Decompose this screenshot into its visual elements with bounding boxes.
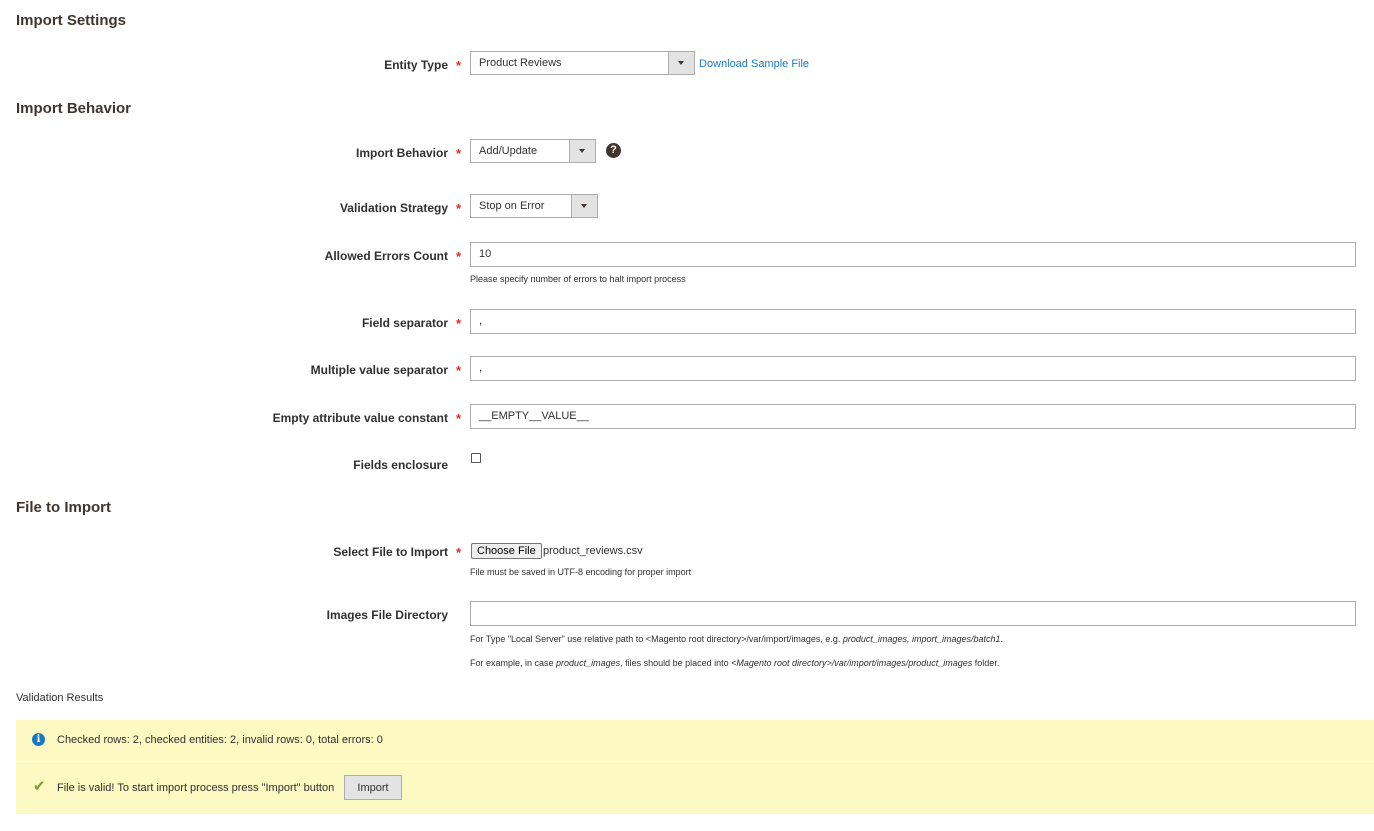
allowed-errors-label: Allowed Errors Count [324,249,448,263]
section-title-file-to-import: File to Import [16,499,111,516]
validation-success-text: File is valid! To start import process p… [57,782,335,794]
import-behavior-select[interactable]: Add/Update [470,139,596,163]
required-marker: * [456,363,462,378]
chevron-down-icon [569,140,595,162]
import-behavior-value: Add/Update [479,145,538,157]
select-file-label: Select File to Import [333,545,448,559]
required-marker: * [456,58,462,73]
field-separator-input[interactable]: , [470,309,1356,334]
required-marker: * [456,249,462,264]
entity-type-label: Entity Type [384,58,448,72]
multiple-value-separator-label: Multiple value separator [310,363,448,377]
chevron-down-icon [571,195,597,217]
section-title-import-settings: Import Settings [16,12,127,29]
images-dir-label: Images File Directory [326,608,448,622]
required-marker: * [456,545,462,560]
allowed-errors-value: 10 [479,248,492,260]
validation-results-title: Validation Results [16,692,104,704]
required-marker: * [456,316,462,331]
download-sample-file-link[interactable]: Download Sample File [699,58,809,70]
validation-strategy-value: Stop on Error [479,200,545,212]
images-dir-input[interactable] [470,601,1356,626]
field-separator-value: , [479,315,483,327]
validation-success-message: ✔ File is valid! To start import process… [16,762,1374,814]
validation-info-text: Checked rows: 2, checked entities: 2, in… [57,734,383,746]
multiple-value-separator-value: , [479,362,483,374]
required-marker: * [456,411,462,426]
field-separator-label: Field separator [361,316,448,330]
entity-type-select[interactable]: Product Reviews [470,51,695,75]
validation-strategy-select[interactable]: Stop on Error [470,194,598,218]
validation-strategy-label: Validation Strategy [339,201,448,215]
entity-type-value: Product Reviews [479,57,562,69]
fields-enclosure-label: Fields enclosure [353,458,448,472]
info-icon: i [32,733,45,746]
multiple-value-separator-input[interactable]: , [470,356,1356,381]
empty-attribute-value: __EMPTY__VALUE__ [479,410,589,422]
required-marker: * [456,201,462,216]
checkmark-icon: ✔ [33,778,46,795]
help-icon[interactable]: ? [606,143,621,158]
import-button[interactable]: Import [344,775,402,800]
required-marker: * [456,146,462,161]
empty-attribute-label: Empty attribute value constant [272,411,448,425]
choose-file-button[interactable]: Choose File [471,543,542,559]
empty-attribute-input[interactable]: __EMPTY__VALUE__ [470,404,1356,429]
fields-enclosure-checkbox[interactable] [471,453,481,463]
images-dir-note-1: For Type "Local Server" use relative pat… [470,634,1004,644]
selected-file-name: product_reviews.csv [543,545,643,557]
import-behavior-label: Import Behavior [355,146,448,160]
chevron-down-icon [668,52,694,74]
section-title-import-behavior: Import Behavior [16,100,132,117]
images-dir-note-2: For example, in case product_images, fil… [470,658,1000,668]
allowed-errors-note: Please specify number of errors to halt … [470,274,686,284]
allowed-errors-input[interactable]: 10 [470,242,1356,267]
validation-info-message: i Checked rows: 2, checked entities: 2, … [16,720,1374,761]
select-file-note: File must be saved in UTF-8 encoding for… [470,567,692,577]
